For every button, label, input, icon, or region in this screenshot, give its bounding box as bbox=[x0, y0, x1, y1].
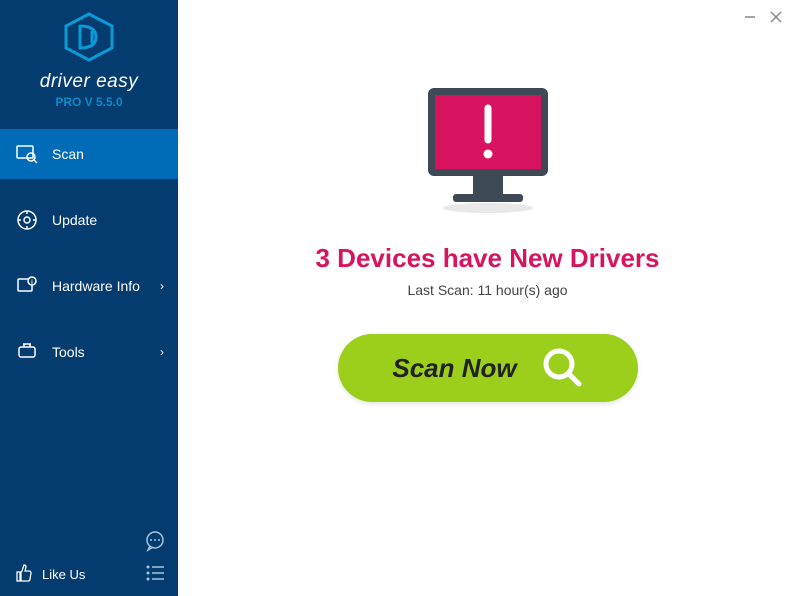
sidebar-item-tools[interactable]: Tools › bbox=[0, 327, 178, 377]
nav: Scan Update i Hardware Info › Tools › bbox=[0, 129, 178, 393]
main-content: 3 Devices have New Drivers Last Scan: 11… bbox=[178, 0, 797, 596]
update-icon bbox=[16, 209, 38, 231]
sidebar-item-label: Update bbox=[52, 212, 97, 228]
sidebar-item-hardware[interactable]: i Hardware Info › bbox=[0, 261, 178, 311]
scan-now-label: Scan Now bbox=[392, 353, 516, 384]
hardware-info-icon: i bbox=[16, 275, 38, 297]
tools-icon bbox=[16, 341, 38, 363]
chevron-right-icon: › bbox=[160, 345, 164, 359]
magnify-icon bbox=[541, 346, 583, 391]
thumbs-up-icon bbox=[14, 563, 34, 586]
last-scan-text: Last Scan: 11 hour(s) ago bbox=[407, 282, 567, 298]
like-us-label: Like Us bbox=[42, 567, 85, 582]
close-button[interactable] bbox=[767, 8, 785, 26]
logo-area: driver easy PRO V 5.5.0 bbox=[0, 0, 178, 117]
logo-icon bbox=[0, 12, 178, 67]
scan-now-button[interactable]: Scan Now bbox=[338, 334, 638, 402]
like-us-button[interactable]: Like Us bbox=[14, 563, 85, 586]
scan-icon bbox=[16, 143, 38, 165]
status-headline: 3 Devices have New Drivers bbox=[316, 243, 660, 274]
sidebar-item-label: Scan bbox=[52, 146, 84, 162]
sidebar-bottom: Like Us bbox=[0, 553, 178, 596]
feedback-icon[interactable] bbox=[142, 528, 168, 554]
brand-name: driver easy bbox=[0, 71, 178, 93]
version-label: PRO V 5.5.0 bbox=[0, 95, 178, 109]
sidebar-item-label: Tools bbox=[52, 344, 85, 360]
sidebar-item-scan[interactable]: Scan bbox=[0, 129, 178, 179]
chevron-right-icon: › bbox=[160, 279, 164, 293]
sidebar: driver easy PRO V 5.5.0 Scan Update i Ha… bbox=[0, 0, 178, 596]
minimize-button[interactable] bbox=[741, 8, 759, 26]
window-controls bbox=[729, 0, 797, 34]
sidebar-item-label: Hardware Info bbox=[52, 278, 140, 294]
sidebar-item-update[interactable]: Update bbox=[0, 195, 178, 245]
monitor-alert-icon bbox=[413, 80, 563, 225]
